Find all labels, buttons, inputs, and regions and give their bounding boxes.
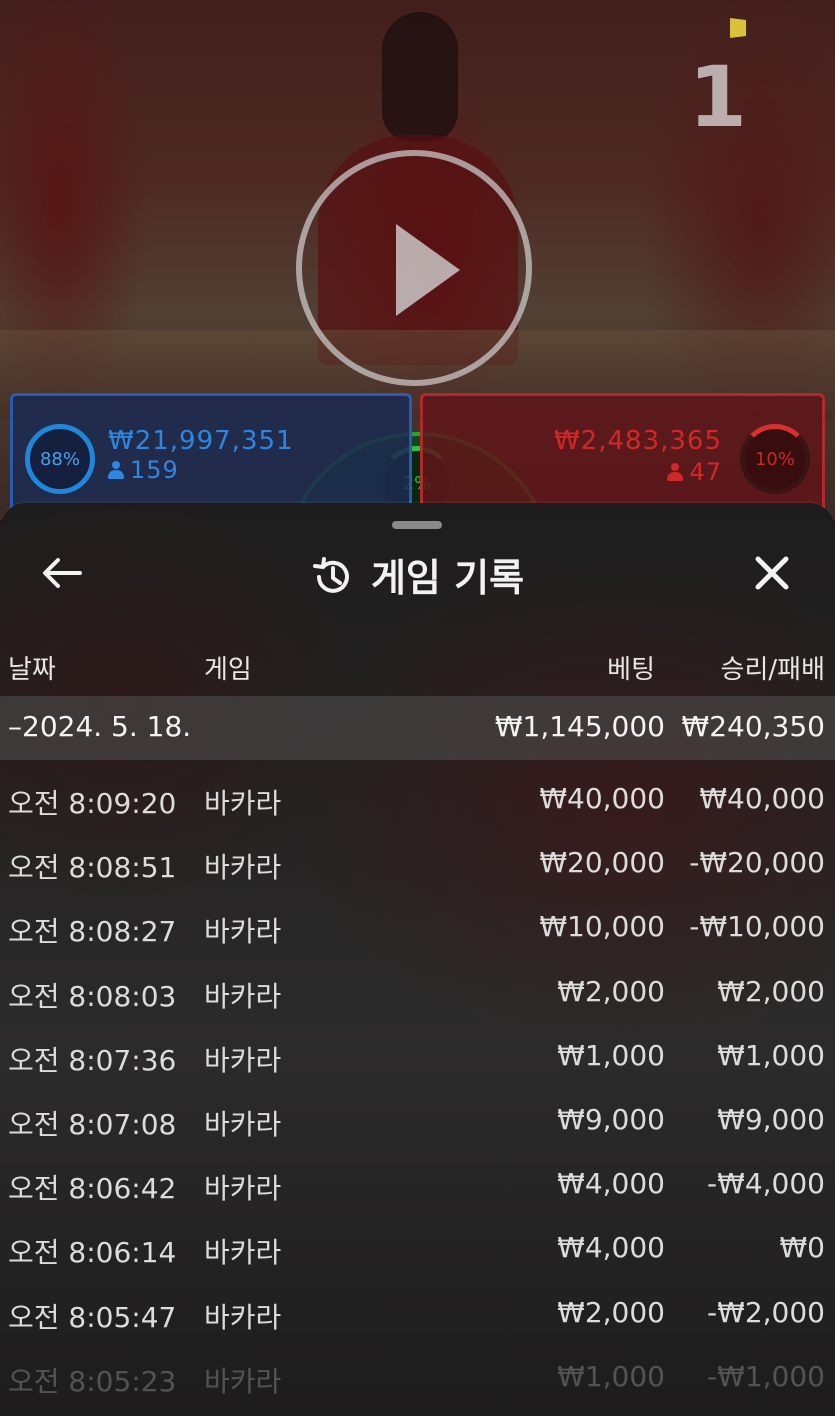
history-row[interactable]: 오전 8:09:20 바카라 ₩40,000 ₩40,000 [0, 766, 835, 830]
history-row[interactable]: 오전 8:08:51 바카라 ₩20,000 -₩20,000 [0, 830, 835, 894]
row-winloss: -₩4,000 [707, 1167, 825, 1201]
game-history-sheet: 게임 기록 날짜 게임 베팅 승리/패배 –2024. 5. 18. ₩1,14… [0, 503, 835, 1416]
row-time: 오전 8:09:20 [8, 787, 177, 820]
column-header-bet: 베팅 [607, 655, 655, 685]
row-time: 오전 8:07:36 [8, 1043, 177, 1077]
row-winloss: -₩10,000 [689, 910, 825, 944]
row-bet: ₩2,000 [557, 974, 665, 1008]
row-game: 바카라 [204, 1364, 282, 1398]
row-winloss: ₩40,000 [699, 782, 825, 815]
row-winloss: -₩2,000 [707, 1295, 825, 1329]
player-percent: 88% [39, 448, 80, 470]
row-time: 오전 8:08:03 [8, 979, 177, 1013]
history-row[interactable]: 오전 8:07:08 바카라 ₩9,000 ₩9,000 [0, 1087, 835, 1151]
player-bet-total: ₩21,997,351 [108, 426, 294, 456]
column-header-winloss: 승리/패배 [720, 655, 825, 685]
row-winloss: ₩1,000 [717, 1038, 825, 1072]
row-game: 바카라 [204, 1236, 282, 1270]
row-bet: ₩9,000 [557, 1102, 665, 1136]
row-winloss: -₩20,000 [689, 846, 825, 880]
history-row[interactable]: 오전 8:07:36 바카라 ₩1,000 ₩1,000 [0, 1023, 835, 1087]
row-winloss: ₩2,000 [717, 974, 825, 1008]
row-time: 오전 8:08:51 [8, 851, 177, 885]
row-bet: ₩1,000 [557, 1359, 665, 1393]
row-time: 오전 8:06:14 [8, 1236, 177, 1270]
row-time: 오전 8:05:47 [8, 1300, 177, 1334]
row-game: 바카라 [204, 1043, 282, 1077]
banker-count-value: 47 [689, 458, 722, 486]
play-icon [396, 224, 460, 316]
row-winloss: ₩0 [779, 1231, 826, 1265]
row-game: 바카라 [204, 979, 282, 1013]
history-icon [311, 556, 353, 598]
sheet-title: 게임 기록 [370, 556, 525, 600]
column-header-date: 날짜 [8, 655, 56, 685]
banker-bet-total: ₩2,483,365 [553, 426, 722, 456]
row-game: 바카라 [204, 1172, 282, 1206]
row-time: 오전 8:07:08 [8, 1107, 177, 1141]
banker-percent: 10% [754, 448, 795, 470]
row-game: 바카라 [204, 787, 282, 820]
history-row[interactable]: 오전 8:06:42 바카라 ₩4,000 -₩4,000 [0, 1151, 835, 1215]
close-icon[interactable] [750, 551, 794, 595]
play-button[interactable] [296, 150, 532, 386]
history-row[interactable]: 오전 8:05:23 바카라 ₩1,000 -₩1,000 [0, 1344, 835, 1408]
summary-date: –2024. 5. 18. [8, 710, 192, 743]
player-percent-ring: 88% [25, 424, 95, 494]
row-game: 바카라 [204, 1107, 282, 1141]
row-bet: ₩10,000 [539, 910, 665, 944]
summary-winloss-total: ₩240,350 [681, 710, 825, 743]
history-row[interactable]: 오전 8:08:27 바카라 ₩10,000 -₩10,000 [0, 894, 835, 958]
banker-percent-ring: 10% [740, 424, 810, 494]
sheet-header: 게임 기록 [0, 533, 835, 613]
round-number: 1 [688, 48, 747, 146]
sheet-title-wrap: 게임 기록 [0, 547, 835, 602]
row-bet: ₩4,000 [557, 1167, 665, 1201]
row-time: 오전 8:05:23 [8, 1364, 177, 1398]
row-game: 바카라 [204, 1300, 282, 1334]
row-winloss: ₩9,000 [717, 1102, 825, 1136]
row-bet: ₩2,000 [557, 1295, 665, 1329]
history-row[interactable]: 오전 8:08:03 바카라 ₩2,000 ₩2,000 [0, 959, 835, 1023]
history-list: 오전 8:09:20 바카라 ₩40,000 ₩40,000 오전 8:08:5… [0, 766, 835, 1408]
history-row[interactable]: 오전 8:06:14 바카라 ₩4,000 ₩0 [0, 1215, 835, 1279]
person-icon [667, 463, 684, 481]
summary-bet-total: ₩1,145,000 [494, 710, 665, 743]
row-winloss: -₩1,000 [707, 1359, 825, 1393]
date-summary-row[interactable]: –2024. 5. 18. ₩1,145,000 ₩240,350 [0, 696, 835, 760]
row-bet: ₩40,000 [539, 782, 665, 815]
person-icon [108, 461, 124, 479]
row-bet: ₩4,000 [557, 1231, 665, 1265]
row-game: 바카라 [204, 915, 282, 949]
row-time: 오전 8:08:27 [8, 915, 177, 949]
row-time: 오전 8:06:42 [8, 1172, 177, 1206]
sheet-drag-handle[interactable] [392, 521, 442, 529]
player-bettor-count: 159 [108, 456, 179, 484]
history-row[interactable]: 오전 8:05:47 바카라 ₩2,000 -₩2,000 [0, 1280, 835, 1344]
column-header-game: 게임 [204, 655, 252, 685]
player-count-value: 159 [130, 456, 179, 484]
banker-bettor-count: 47 [667, 458, 722, 486]
row-bet: ₩20,000 [539, 846, 665, 880]
row-bet: ₩1,000 [557, 1038, 665, 1072]
row-game: 바카라 [204, 851, 282, 885]
flag-icon [730, 18, 746, 38]
